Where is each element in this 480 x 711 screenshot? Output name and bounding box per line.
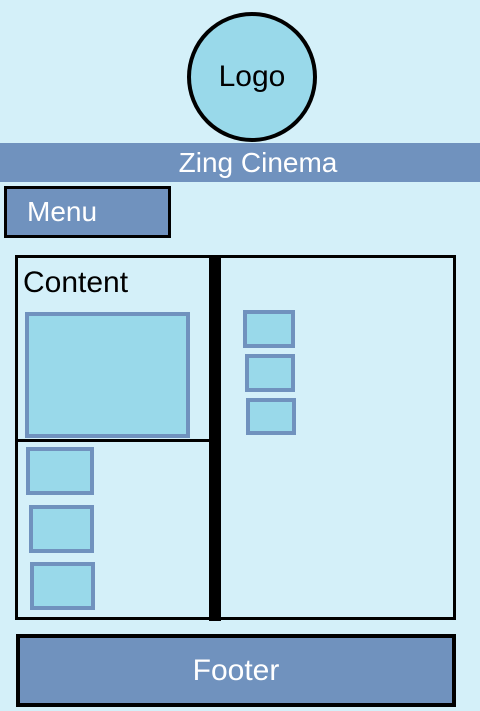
main-content-placeholder (25, 312, 190, 438)
left-thumbnail-placeholder (26, 447, 94, 495)
left-thumbnail-placeholder (30, 562, 95, 610)
footer: Footer (16, 634, 456, 707)
logo-label: Logo (218, 60, 286, 93)
logo: Logo (187, 12, 317, 142)
site-title: Zing Cinema (178, 146, 338, 178)
menu-label: Menu (27, 196, 98, 227)
footer-label: Footer (192, 653, 280, 687)
content-label: Content (23, 266, 129, 299)
site-title-bar: Zing Cinema (0, 143, 480, 182)
menu-button[interactable]: Menu (4, 186, 171, 238)
content-divider-horizontal (16, 439, 212, 442)
right-item-placeholder (246, 398, 296, 435)
right-item-placeholder (243, 310, 295, 348)
right-item-placeholder (245, 354, 295, 392)
left-thumbnail-placeholder (29, 505, 94, 553)
